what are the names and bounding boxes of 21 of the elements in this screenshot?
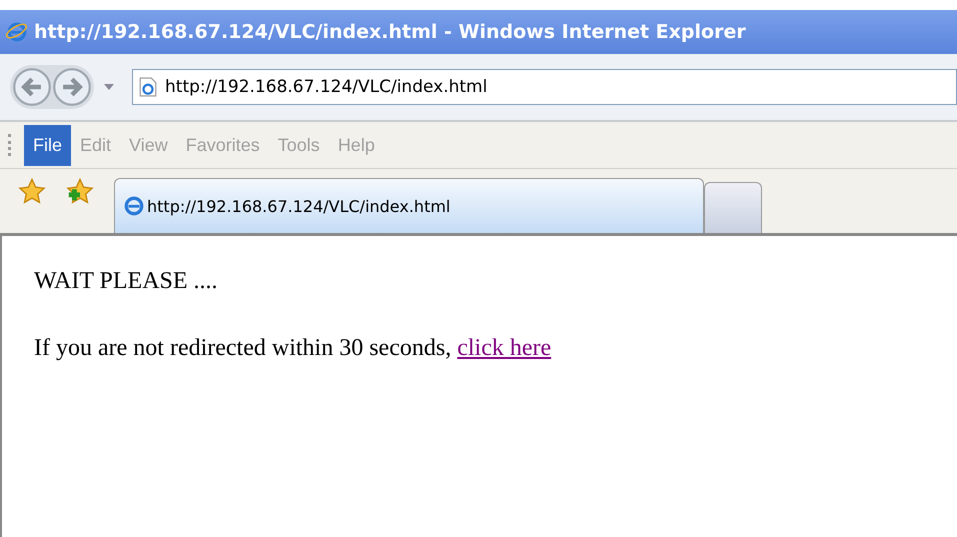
- menu-item[interactable]: File: [24, 124, 72, 166]
- caret-icon[interactable]: [104, 84, 114, 90]
- page-heading: WAIT PLEASE ....: [34, 268, 219, 295]
- browser-tab[interactable]: http://192.168.67.124/VLC/index.html: [114, 178, 704, 233]
- star-icon[interactable]: [18, 178, 46, 206]
- menu-item[interactable]: Edit: [71, 124, 120, 166]
- window-title: http://192.168.67.124/VLC/index.html - Windows Internet Explorer: [34, 21, 746, 43]
- redirect-message: If you are not redirected within 30 seconds,: [34, 335, 452, 361]
- back-button[interactable]: [12, 67, 52, 107]
- menu-item[interactable]: Favorites: [176, 124, 269, 166]
- menu-item[interactable]: Help: [328, 124, 384, 166]
- address-field[interactable]: http://192.168.67.124/VLC/index.html: [132, 69, 957, 105]
- browser-logo-icon: [6, 21, 28, 43]
- new-tab-button[interactable]: [704, 182, 762, 233]
- menu-item[interactable]: Tools: [268, 124, 329, 166]
- page-icon: [139, 77, 157, 97]
- forward-button[interactable]: [52, 67, 92, 107]
- browser-logo-icon: [123, 195, 145, 217]
- add-favorite-icon[interactable]: [66, 178, 94, 206]
- click-here-link[interactable]: click here: [457, 335, 552, 361]
- menu-item[interactable]: View: [120, 124, 177, 166]
